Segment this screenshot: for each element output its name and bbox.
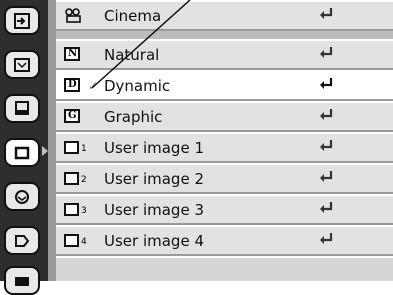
menu-item-label: User image 1 — [104, 139, 204, 157]
checkmark-icon: ✓ — [88, 79, 99, 93]
sidebar-rail — [48, 0, 56, 281]
menu-item-label: Natural — [104, 46, 160, 64]
tab-screen[interactable] — [4, 50, 40, 79]
n-icon: N — [64, 47, 80, 61]
d-icon: D — [64, 78, 80, 92]
menu-item-natural[interactable]: N Natural — [56, 39, 393, 70]
menu-item-label: User image 3 — [104, 201, 204, 219]
menu-item-graphic[interactable]: G Graphic — [56, 101, 393, 132]
enter-icon — [320, 233, 333, 244]
enter-icon — [320, 47, 333, 58]
menu-empty-row — [56, 256, 393, 281]
user-image-icon: 1 — [64, 139, 87, 155]
tab-setting[interactable] — [4, 182, 40, 211]
tab-image-adjust[interactable] — [4, 138, 40, 167]
screen-icon — [14, 58, 30, 72]
menu-item-label: Cinema — [104, 7, 162, 25]
enter-icon — [320, 171, 333, 182]
tab-sound[interactable] — [4, 226, 40, 255]
image-mode-menu: Cinema N Natural D ✓ Dynamic G Graphic 1… — [56, 0, 393, 281]
menu-item-dynamic[interactable]: D ✓ Dynamic — [56, 70, 393, 101]
g-icon: G — [64, 109, 80, 123]
sound-icon — [15, 235, 30, 247]
menu-item-user-image-3[interactable]: 3 User image 3 — [56, 194, 393, 225]
tab-computer[interactable] — [4, 94, 40, 123]
projector-icon — [15, 277, 29, 286]
enter-icon — [320, 109, 333, 120]
enter-icon — [320, 202, 333, 213]
menu-item-user-image-2[interactable]: 2 User image 2 — [56, 163, 393, 194]
user-image-icon: 3 — [64, 201, 87, 217]
menu-item-cinema[interactable]: Cinema — [56, 0, 393, 31]
cinema-icon — [65, 8, 81, 23]
setting-icon — [15, 190, 29, 204]
menu-item-label: User image 4 — [104, 232, 204, 250]
enter-icon — [320, 140, 333, 151]
menu-item-label: Graphic — [104, 108, 163, 126]
menu-item-user-image-1[interactable]: 1 User image 1 — [56, 132, 393, 163]
image-adjust-icon — [14, 146, 30, 160]
tab-input[interactable] — [4, 6, 40, 35]
user-image-icon: 4 — [64, 232, 87, 248]
menu-item-label: User image 2 — [104, 170, 204, 188]
computer-icon — [15, 101, 29, 115]
menu-item-label: Dynamic — [104, 77, 171, 95]
sidebar — [0, 0, 50, 295]
input-icon — [14, 13, 30, 29]
enter-icon — [320, 78, 333, 89]
projector-menu: Cinema N Natural D ✓ Dynamic G Graphic 1… — [0, 0, 393, 295]
menu-item-user-image-4[interactable]: 4 User image 4 — [56, 225, 393, 256]
user-image-icon: 2 — [64, 170, 87, 186]
enter-icon — [320, 8, 333, 19]
